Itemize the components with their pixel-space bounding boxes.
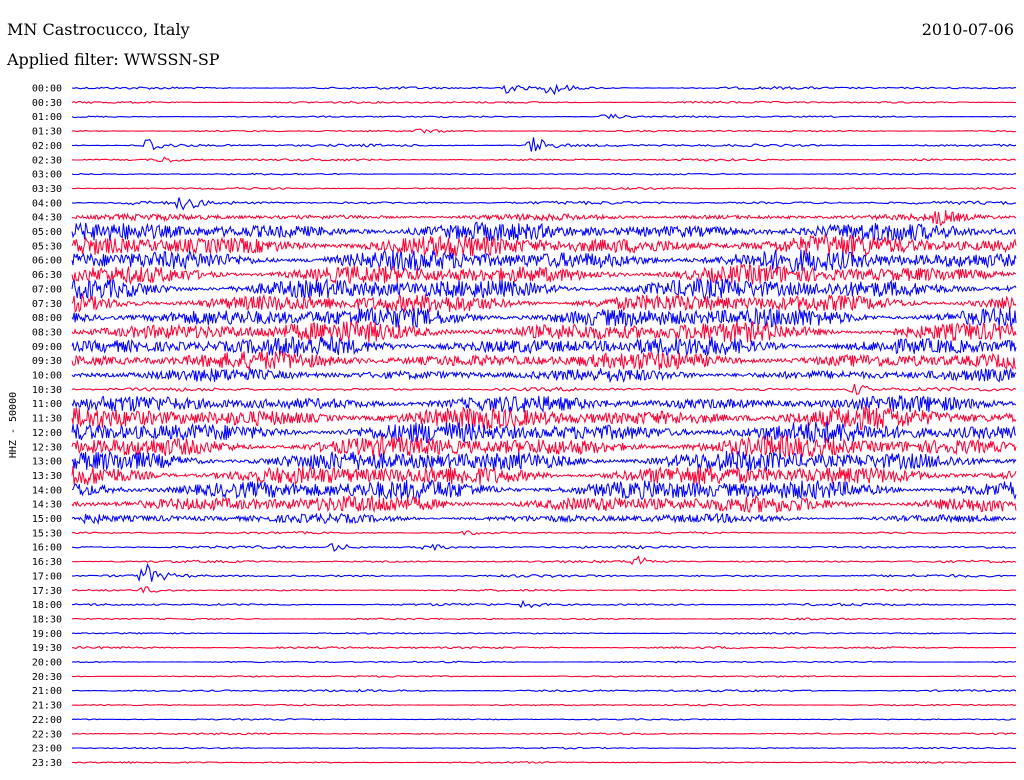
trace-0030 [71,100,1016,104]
trace-1930 [71,645,1016,650]
time-label-group: 00:00 00:30 01:00 01:30 02:00 02:30 03:00 03:30… [32,84,62,769]
trace-0700 [71,276,1017,302]
trace-0100 [71,113,1017,120]
time-label: 05:00 [32,227,62,238]
trace-0300 [71,172,1017,176]
time-label: 20:30 [32,672,62,683]
time-label: 21:30 [32,701,62,712]
time-label: 19:00 [32,629,62,640]
trace-2030 [71,675,1017,678]
trace-0600 [71,249,1017,273]
time-label: 08:00 [32,313,62,324]
time-label: 23:30 [32,758,62,769]
time-label: 11:30 [32,414,62,425]
trace-1230 [71,434,1017,459]
trace-1300 [71,450,1017,472]
time-label: 08:30 [32,327,62,338]
trace-1100 [71,394,1017,414]
time-label: 10:30 [32,385,62,396]
time-label: 18:30 [32,614,62,625]
trace-group [71,83,1017,764]
time-label: 13:00 [32,457,62,468]
time-label: 18:00 [32,600,62,611]
trace-0630 [71,263,1017,286]
trace-1600 [71,542,1017,552]
trace-1400 [71,479,1017,501]
time-label: 01:30 [32,127,62,138]
time-label: 13:30 [32,471,62,482]
time-label: 06:00 [32,256,62,267]
y-axis-label: HHZ - 50000 [8,392,19,458]
trace-2230 [71,732,1017,736]
trace-1430 [71,494,1017,514]
trace-0200 [71,137,1017,152]
time-label: 00:30 [32,98,62,109]
trace-1330 [71,465,1017,486]
time-label: 22:30 [32,729,62,740]
helicorder-plot: 00:00 00:30 01:00 01:30 02:00 02:30 03:00 03:30… [8,83,1017,769]
trace-1500 [71,511,1017,525]
trace-2300 [72,746,1016,750]
trace-1700 [71,563,1017,583]
trace-0830 [71,320,1017,343]
trace-0330 [71,186,1017,191]
time-label: 15:30 [32,528,62,539]
time-label: 01:00 [32,112,62,123]
time-label: 03:30 [32,184,62,195]
time-label: 10:00 [32,371,62,382]
time-label: 09:00 [32,342,62,353]
trace-1830 [71,617,1017,621]
time-label: 16:00 [32,543,62,554]
trace-1800 [72,599,1017,609]
time-label: 20:00 [32,658,62,669]
time-label: 15:00 [32,514,62,525]
trace-0000 [71,83,1017,96]
time-label: 04:00 [32,198,62,209]
trace-1030 [71,383,1017,395]
trace-2330 [71,760,1017,764]
time-label: 23:00 [32,744,62,755]
time-label: 03:00 [32,170,62,181]
trace-0430 [71,210,1017,227]
trace-0500 [71,221,1017,243]
trace-1000 [71,367,1017,384]
trace-1900 [71,631,1017,635]
trace-2100 [72,688,1017,693]
time-label: 14:30 [32,500,62,511]
time-label: 17:30 [32,586,62,597]
time-label: 00:00 [32,84,62,95]
trace-2000 [71,660,1017,664]
time-label: 05:30 [32,241,62,252]
time-label: 22:00 [32,715,62,726]
trace-0400 [71,197,1017,211]
time-label: 07:30 [32,299,62,310]
trace-0930 [71,350,1017,371]
trace-1730 [71,586,1017,594]
time-label: 12:30 [32,442,62,453]
trace-0900 [71,335,1017,357]
trace-2130 [71,703,1017,707]
time-label: 06:30 [32,270,62,281]
time-label: 02:30 [32,155,62,166]
time-label: 14:00 [32,485,62,496]
trace-0730 [71,293,1017,314]
trace-2200 [71,718,1017,721]
trace-1530 [71,530,1017,536]
time-label: 02:00 [32,141,62,152]
time-label: 11:00 [32,399,62,410]
trace-0230 [71,156,1017,163]
time-label: 09:30 [32,356,62,367]
time-label: 21:00 [32,686,62,697]
time-label: 07:00 [32,284,62,295]
time-label: 19:30 [32,643,62,654]
time-label: 04:30 [32,213,62,224]
trace-1630 [71,555,1017,566]
time-label: 12:00 [32,428,62,439]
trace-0130 [71,128,1017,134]
time-label: 16:30 [32,557,62,568]
time-label: 17:00 [32,571,62,582]
